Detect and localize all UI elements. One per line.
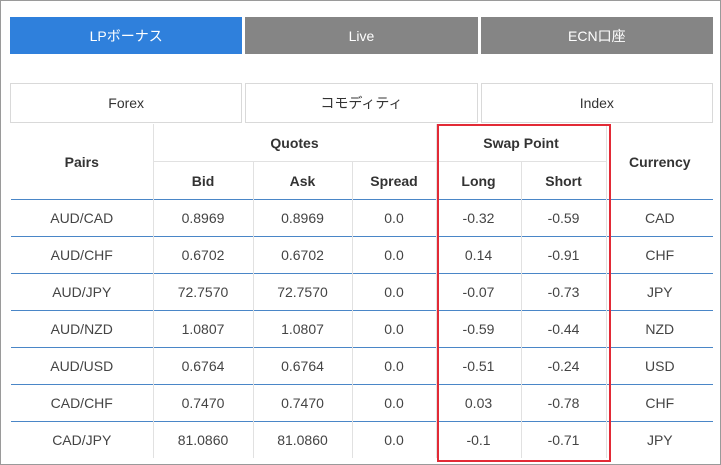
category-tabs: Forex コモディティ Index <box>10 83 713 123</box>
header-swap-point: Swap Point <box>435 124 607 162</box>
cell-spread: 0.0 <box>351 384 437 422</box>
cell-spread: 0.0 <box>351 236 437 274</box>
cell-short: -0.24 <box>520 347 607 385</box>
cell-pair: CAD/JPY <box>11 421 153 458</box>
cell-currency: NZD <box>605 310 714 348</box>
header-quotes: Quotes <box>152 124 437 162</box>
header-long: Long <box>435 161 522 200</box>
table-row: AUD/JPY 72.7570 72.7570 0.0 -0.07 -0.73 … <box>11 273 714 311</box>
cell-pair: AUD/NZD <box>11 310 153 348</box>
cell-short: -0.73 <box>520 273 607 311</box>
cell-pair: AUD/CAD <box>11 199 153 237</box>
cell-currency: USD <box>605 347 714 385</box>
cell-ask: 0.6702 <box>252 236 352 274</box>
cell-short: -0.78 <box>520 384 607 422</box>
cell-short: -0.71 <box>520 421 607 458</box>
table-row: CAD/JPY 81.0860 81.0860 0.0 -0.1 -0.71 J… <box>11 421 714 458</box>
cell-pair: CAD/CHF <box>11 384 153 422</box>
cell-pair: AUD/JPY <box>11 273 153 311</box>
cell-long: -0.51 <box>435 347 522 385</box>
tab-ecn-account[interactable]: ECN口座 <box>480 17 713 54</box>
table-row: AUD/NZD 1.0807 1.0807 0.0 -0.59 -0.44 NZ… <box>11 310 714 348</box>
cell-long: -0.59 <box>435 310 522 348</box>
header-ask: Ask <box>252 161 352 200</box>
cell-currency: CHF <box>605 384 714 422</box>
table-row: AUD/USD 0.6764 0.6764 0.0 -0.51 -0.24 US… <box>11 347 714 385</box>
cell-short: -0.44 <box>520 310 607 348</box>
cell-currency: JPY <box>605 421 714 458</box>
table-row: AUD/CAD 0.8969 0.8969 0.0 -0.32 -0.59 CA… <box>11 199 714 237</box>
cell-long: -0.07 <box>435 273 522 311</box>
cell-bid: 81.0860 <box>152 421 253 458</box>
cell-currency: JPY <box>605 273 714 311</box>
cell-spread: 0.0 <box>351 273 437 311</box>
cell-ask: 0.6764 <box>252 347 352 385</box>
cell-long: 0.14 <box>435 236 522 274</box>
header-short: Short <box>520 161 607 200</box>
cell-long: -0.1 <box>435 421 522 458</box>
quotes-table: Pairs Quotes Swap Point Currency Bid Ask… <box>11 124 714 458</box>
cell-ask: 0.7470 <box>252 384 352 422</box>
header-spread: Spread <box>351 161 437 200</box>
cell-ask: 0.8969 <box>252 199 352 237</box>
tab-commodity[interactable]: コモディティ <box>245 83 478 123</box>
table-row: AUD/CHF 0.6702 0.6702 0.0 0.14 -0.91 CHF <box>11 236 714 274</box>
header-bid: Bid <box>152 161 253 200</box>
header-pairs: Pairs <box>64 153 99 170</box>
cell-long: 0.03 <box>435 384 522 422</box>
header-currency: Currency <box>605 124 714 200</box>
cell-bid: 0.8969 <box>152 199 253 237</box>
cell-ask: 1.0807 <box>252 310 352 348</box>
cell-spread: 0.0 <box>351 310 437 348</box>
account-type-tabs: LPボーナス Live ECN口座 <box>10 17 713 54</box>
tab-index[interactable]: Index <box>480 83 713 123</box>
cell-ask: 81.0860 <box>252 421 352 458</box>
cell-spread: 0.0 <box>351 199 437 237</box>
tab-forex[interactable]: Forex <box>10 83 243 123</box>
cell-pair: AUD/CHF <box>11 236 153 274</box>
table-row: CAD/CHF 0.7470 0.7470 0.0 0.03 -0.78 CHF <box>11 384 714 422</box>
cell-spread: 0.0 <box>351 421 437 458</box>
cell-bid: 1.0807 <box>152 310 253 348</box>
tab-lp-bonus[interactable]: LPボーナス <box>10 17 243 54</box>
cell-bid: 0.6764 <box>152 347 253 385</box>
cell-currency: CAD <box>605 199 714 237</box>
cell-currency: CHF <box>605 236 714 274</box>
cell-short: -0.59 <box>520 199 607 237</box>
cell-long: -0.32 <box>435 199 522 237</box>
tab-live[interactable]: Live <box>245 17 478 54</box>
cell-bid: 0.7470 <box>152 384 253 422</box>
cell-spread: 0.0 <box>351 347 437 385</box>
cell-short: -0.91 <box>520 236 607 274</box>
quote-panel: LPボーナス Live ECN口座 Forex コモディティ Index Pai… <box>0 0 721 465</box>
cell-ask: 72.7570 <box>252 273 352 311</box>
cell-pair: AUD/USD <box>11 347 153 385</box>
cell-bid: 72.7570 <box>152 273 253 311</box>
cell-bid: 0.6702 <box>152 236 253 274</box>
